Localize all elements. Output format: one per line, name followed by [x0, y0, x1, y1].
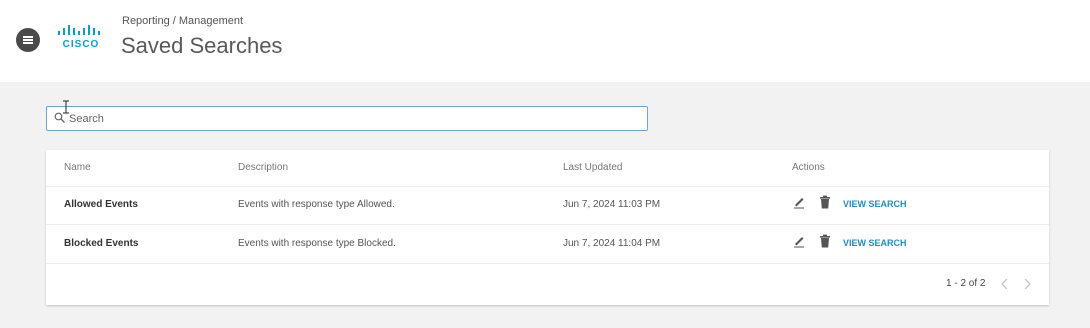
trash-icon[interactable]: [818, 195, 832, 209]
breadcrumb[interactable]: Reporting / Management: [122, 15, 243, 27]
trash-icon[interactable]: [818, 234, 832, 248]
cisco-bars-icon: [58, 25, 100, 35]
edit-icon[interactable]: [792, 234, 806, 248]
row-name: Blocked Events: [64, 238, 139, 249]
view-search-link[interactable]: VIEW SEARCH: [843, 238, 907, 248]
menu-icon-bar: [23, 42, 33, 44]
column-header-actions: Actions: [792, 162, 825, 173]
table-header-row: Name Description Last Updated Actions: [46, 150, 1049, 187]
table-row[interactable]: Allowed Events Events with response type…: [46, 186, 1049, 225]
row-description: Events with response type Allowed.: [238, 199, 395, 210]
chevron-left-icon[interactable]: [1000, 278, 1010, 290]
column-header-last-updated[interactable]: Last Updated: [563, 162, 623, 174]
row-last-updated: Jun 7, 2024 11:04 PM: [563, 238, 661, 249]
row-description: Events with response type Blocked.: [238, 238, 396, 249]
column-header-description[interactable]: Description: [238, 162, 288, 174]
saved-searches-table: Name Description Last Updated Actions Al…: [46, 150, 1049, 305]
column-header-name[interactable]: Name: [64, 162, 91, 174]
row-name: Allowed Events: [64, 199, 138, 210]
pagination-label: 1 - 2 of 2: [946, 278, 986, 289]
page-title: Saved Searches: [121, 33, 283, 58]
text-cursor-icon: [63, 100, 69, 114]
view-search-link[interactable]: VIEW SEARCH: [843, 199, 907, 209]
search-input[interactable]: [69, 107, 639, 130]
app-header: CISCO Reporting / Management Saved Searc…: [0, 0, 1090, 82]
table-row[interactable]: Blocked Events Events with response type…: [46, 225, 1049, 264]
chevron-right-icon[interactable]: [1022, 278, 1032, 290]
menu-icon: [23, 36, 33, 38]
menu-button[interactable]: [16, 28, 40, 52]
logo-text: CISCO: [62, 39, 100, 50]
row-last-updated: Jun 7, 2024 11:03 PM: [563, 199, 661, 210]
cisco-logo: CISCO: [56, 24, 106, 50]
menu-icon-bar: [23, 39, 33, 41]
edit-icon[interactable]: [792, 195, 806, 209]
search-box[interactable]: [46, 106, 648, 131]
